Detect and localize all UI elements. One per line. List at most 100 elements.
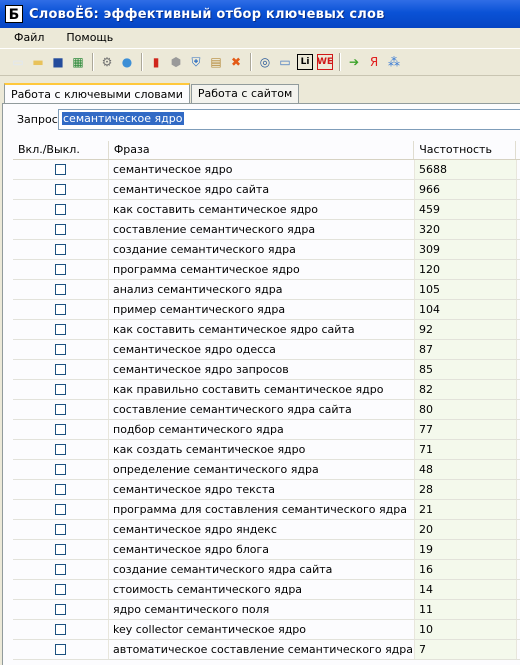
save-icon[interactable]: ■ [50, 54, 66, 70]
frequency-cell: 5688 [415, 160, 517, 179]
shield-icon[interactable]: ⛨ [188, 54, 204, 70]
phrase-cell: как составить семантическое ядро [109, 200, 415, 219]
table-row[interactable]: семантическое ядро текста 28 [13, 480, 520, 500]
delete-x-icon[interactable]: ✖ [228, 54, 244, 70]
settings-gear-icon[interactable]: ⚙ [99, 54, 115, 70]
frequency-cell: 10 [415, 620, 517, 639]
row-checkbox[interactable] [55, 424, 66, 435]
table-row[interactable]: как составить семантическое ядро сайта 92 [13, 320, 520, 340]
tab-site[interactable]: Работа с сайтом [190, 84, 300, 103]
row-checkbox[interactable] [55, 304, 66, 315]
table-row[interactable]: семантическое ядро яндекс 20 [13, 520, 520, 540]
arrow-right-icon[interactable]: ➔ [346, 54, 362, 70]
table-row[interactable]: семантическое ядро сайта 966 [13, 180, 520, 200]
google-icon[interactable]: ⁂ [386, 54, 402, 70]
phrase-cell: как создать семантическое ядро [109, 440, 415, 459]
row-checkbox[interactable] [55, 584, 66, 595]
table-row[interactable]: как правильно составить семантическое яд… [13, 380, 520, 400]
table-row[interactable]: создание семантического ядра сайта 16 [13, 560, 520, 580]
table-row[interactable]: как составить семантическое ядро 459 [13, 200, 520, 220]
row-checkbox[interactable] [55, 524, 66, 535]
row-checkbox[interactable] [55, 384, 66, 395]
row-checkbox[interactable] [55, 624, 66, 635]
row-checkbox[interactable] [55, 564, 66, 575]
row-checkbox[interactable] [55, 644, 66, 655]
new-file-icon[interactable]: ▭ [10, 54, 26, 70]
table-row[interactable]: подбор семантического ядра 77 [13, 420, 520, 440]
row-checkbox[interactable] [55, 184, 66, 195]
row-checkbox[interactable] [55, 324, 66, 335]
table-row[interactable]: анализ семантического ядра 105 [13, 280, 520, 300]
table-row[interactable]: автоматическое составление семантическог… [13, 640, 520, 660]
table-row[interactable]: стоимость семантического ядра 14 [13, 580, 520, 600]
enabled-cell [13, 480, 109, 499]
frequency-cell: 71 [415, 440, 517, 459]
query-input[interactable]: семантическое ядро [58, 109, 520, 130]
bar-chart-icon[interactable]: ▮ [148, 54, 164, 70]
enabled-cell [13, 160, 109, 179]
enabled-cell [13, 420, 109, 439]
table-row[interactable]: семантическое ядро запросов 85 [13, 360, 520, 380]
row-checkbox[interactable] [55, 204, 66, 215]
table-row[interactable]: составление семантического ядра 320 [13, 220, 520, 240]
enabled-cell [13, 460, 109, 479]
row-checkbox[interactable] [55, 404, 66, 415]
toolbar-separator [92, 53, 94, 71]
table-row[interactable]: ядро семантического поля 11 [13, 600, 520, 620]
enabled-cell [13, 440, 109, 459]
table-row[interactable]: семантическое ядро одесса 87 [13, 340, 520, 360]
row-checkbox[interactable] [55, 224, 66, 235]
row-checkbox[interactable] [55, 544, 66, 555]
phrase-cell: составление семантического ядра [109, 220, 415, 239]
graph-window-icon[interactable]: ▭ [277, 54, 293, 70]
frequency-cell: 120 [415, 260, 517, 279]
open-folder-icon[interactable]: ▬ [30, 54, 46, 70]
row-checkbox[interactable] [55, 344, 66, 355]
phrase-cell: семантическое ядро текста [109, 480, 415, 499]
enabled-cell [13, 260, 109, 279]
frequency-cell: 28 [415, 480, 517, 499]
magnifier-icon[interactable]: ◎ [257, 54, 273, 70]
table-row[interactable]: как создать семантическое ядро 71 [13, 440, 520, 460]
row-checkbox[interactable] [55, 164, 66, 175]
menu-file[interactable]: Файл [6, 28, 52, 48]
row-checkbox[interactable] [55, 444, 66, 455]
row-checkbox[interactable] [55, 264, 66, 275]
table-row[interactable]: определение семантического ядра 48 [13, 460, 520, 480]
globe-icon[interactable]: ● [119, 54, 135, 70]
we-icon[interactable]: WE [317, 54, 333, 70]
table-row[interactable]: составление семантического ядра сайта 80 [13, 400, 520, 420]
column-header-phrase[interactable]: Фраза [109, 141, 415, 159]
menu-help[interactable]: Помощь [58, 28, 121, 48]
row-checkbox[interactable] [55, 244, 66, 255]
tab-keywords[interactable]: Работа с ключевыми словами [4, 83, 190, 103]
excel-export-icon[interactable]: ▦ [70, 54, 86, 70]
row-checkbox[interactable] [55, 284, 66, 295]
column-header-frequency[interactable]: Частотность [414, 141, 516, 159]
clipboard-icon[interactable]: ▤ [208, 54, 224, 70]
frequency-cell: 104 [415, 300, 517, 319]
table-row[interactable]: программа для составления семантического… [13, 500, 520, 520]
phrase-cell: стоимость семантического ядра [109, 580, 415, 599]
row-checkbox[interactable] [55, 364, 66, 375]
phrase-cell: определение семантического ядра [109, 460, 415, 479]
phrase-cell: семантическое ядро запросов [109, 360, 415, 379]
table-row[interactable]: программа семантическое ядро 120 [13, 260, 520, 280]
stop-hexagon-icon[interactable]: ⬢ [168, 54, 184, 70]
frequency-cell: 87 [415, 340, 517, 359]
table-row[interactable]: key collector семантическое ядро 10 [13, 620, 520, 640]
table-row[interactable]: пример семантического ядра 104 [13, 300, 520, 320]
row-checkbox[interactable] [55, 504, 66, 515]
table-row[interactable]: семантическое ядро 5688 [13, 160, 520, 180]
row-checkbox[interactable] [55, 484, 66, 495]
enabled-cell [13, 220, 109, 239]
table-row[interactable]: семантическое ядро блога 19 [13, 540, 520, 560]
toolbar: ▭ ▬ ■ ▦ ⚙ ● ▮ ⬢ ⛨ ▤ ✖ ◎ ▭ Li WE ➔ Я ⁂ [0, 48, 520, 76]
row-checkbox[interactable] [55, 604, 66, 615]
phrase-cell: как правильно составить семантическое яд… [109, 380, 415, 399]
li-counter-icon[interactable]: Li [297, 54, 313, 70]
yandex-icon[interactable]: Я [366, 54, 382, 70]
column-header-enabled[interactable]: Вкл./Выкл. [13, 141, 109, 159]
row-checkbox[interactable] [55, 464, 66, 475]
table-row[interactable]: создание семантического ядра 309 [13, 240, 520, 260]
